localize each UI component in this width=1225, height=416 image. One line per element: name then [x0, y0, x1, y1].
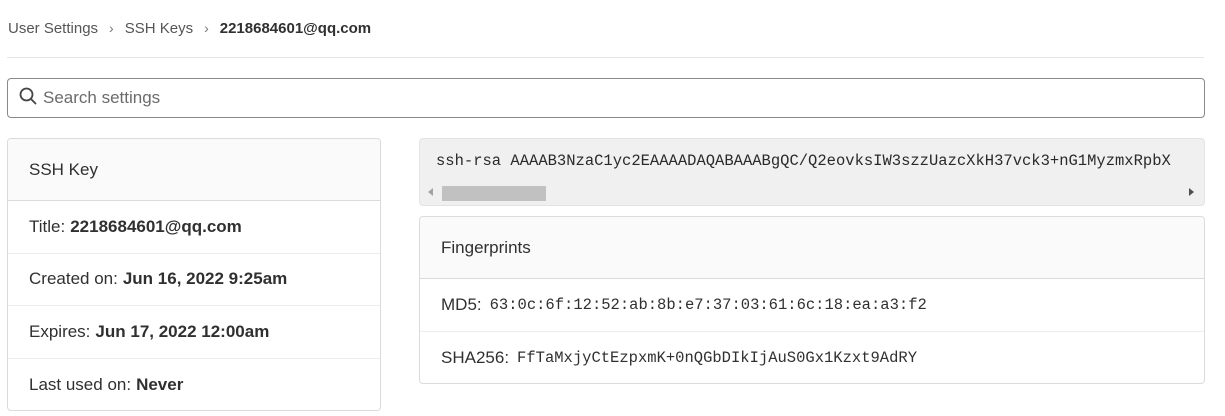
horizontal-scrollbar[interactable] [424, 184, 1200, 202]
search-icon [19, 87, 37, 110]
md5-label: MD5: [441, 294, 482, 314]
header-divider [7, 57, 1204, 58]
created-row: Created on: Jun 16, 2022 9:25am [8, 254, 380, 306]
sha256-row: SHA256: FfTaMxjyCtEzpxmK+0nQGbDIkIjAuS0G… [420, 332, 1204, 384]
md5-value: 63:0c:6f:12:52:ab:8b:e7:37:03:61:6c:18:e… [489, 295, 927, 314]
scrollbar-thumb[interactable] [442, 186, 546, 201]
breadcrumb-ssh-keys[interactable]: SSH Keys [125, 20, 193, 37]
title-row: Title: 2218684601@qq.com [8, 201, 380, 254]
chevron-right-icon: › [204, 20, 209, 36]
breadcrumb: User Settings › SSH Keys › 2218684601@qq… [8, 18, 371, 38]
fingerprints-header: Fingerprints [420, 217, 1204, 279]
scroll-right-arrow-icon[interactable] [1189, 188, 1194, 196]
sha256-value: FfTaMxjyCtEzpxmK+0nQGbDIkIjAuS0Gx1Kzxt9A… [517, 348, 918, 367]
expires-row: Expires: Jun 17, 2022 12:00am [8, 306, 380, 359]
sha256-label: SHA256: [441, 347, 510, 367]
search-input[interactable] [43, 88, 1143, 108]
breadcrumb-user-settings[interactable]: User Settings [8, 20, 98, 37]
expires-label: Expires: [29, 321, 91, 341]
title-value: 2218684601@qq.com [70, 216, 242, 236]
last-used-label: Last used on: [29, 374, 132, 394]
ssh-key-content[interactable]: ssh-rsa AAAAB3NzaC1yc2EAAAADAQABAAABgQC/… [419, 138, 1205, 206]
created-value: Jun 16, 2022 9:25am [122, 269, 288, 289]
title-label: Title: [29, 216, 66, 236]
last-used-row: Last used on: Never [8, 359, 380, 411]
created-label: Created on: [29, 269, 118, 289]
search-bar[interactable] [7, 78, 1205, 118]
scroll-left-arrow-icon[interactable] [428, 188, 433, 196]
md5-row: MD5: 63:0c:6f:12:52:ab:8b:e7:37:03:61:6c… [420, 279, 1204, 332]
chevron-right-icon: › [109, 20, 114, 36]
ssh-key-text: ssh-rsa AAAAB3NzaC1yc2EAAAADAQABAAABgQC/… [436, 152, 1171, 170]
ssh-key-card: SSH Key Title: 2218684601@qq.com Created… [7, 138, 381, 411]
breadcrumb-current: 2218684601@qq.com [219, 19, 372, 37]
ssh-key-card-header: SSH Key [8, 139, 380, 201]
last-used-value: Never [136, 374, 184, 394]
fingerprints-card: Fingerprints MD5: 63:0c:6f:12:52:ab:8b:e… [419, 216, 1205, 384]
expires-value: Jun 17, 2022 12:00am [95, 321, 270, 341]
